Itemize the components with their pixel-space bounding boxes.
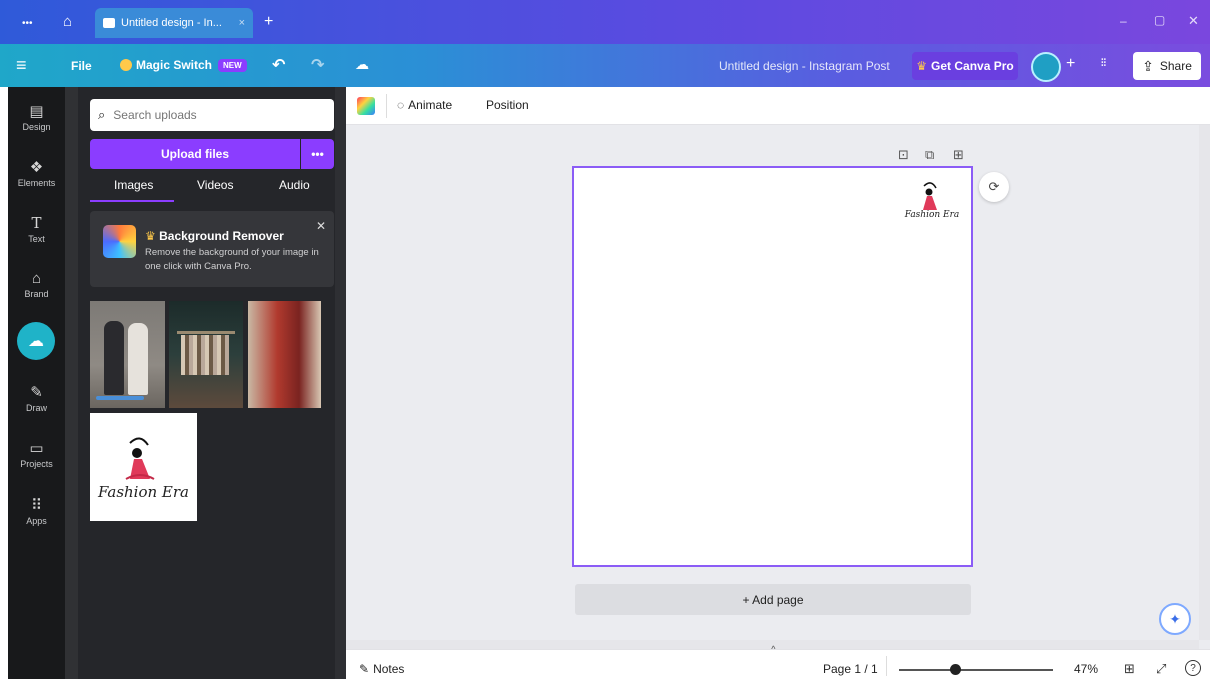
background-remover-icon [103,225,136,258]
share-label: Share [1159,59,1192,73]
search-uploads-field[interactable]: ⌕ [90,99,334,131]
text-icon: T [31,214,42,232]
duplicate-page-icon[interactable]: ⧉ [925,147,934,163]
tab-videos[interactable]: Videos [197,178,233,192]
minimize-button[interactable]: – [1120,14,1127,28]
zoom-slider-track[interactable] [899,669,1053,671]
panel-scrollbar[interactable] [335,87,346,679]
bottombar-divider [886,656,887,676]
canva-tab-icon [103,18,115,28]
sidebar-item-label: Design [22,122,51,132]
insights-icon[interactable]: ⫶⫶ [1101,58,1106,69]
sidebar-item-elements[interactable]: ❖ Elements [8,158,65,188]
add-comment-button[interactable]: ⟳ [979,172,1009,202]
magic-switch-label: Magic Switch [136,58,213,72]
upload-thumbnail-red-clothes[interactable] [248,301,321,408]
more-menu-button[interactable]: ••• [22,18,33,29]
hamburger-menu-icon[interactable]: ≡ [16,55,27,76]
sidebar-scrollbar[interactable] [65,87,78,679]
sidebar-item-uploads[interactable]: ☁ [17,322,55,360]
get-pro-label: Get Canva Pro [931,59,1014,73]
folder-icon: ▭ [29,440,44,457]
tab-audio[interactable]: Audio [279,178,310,192]
toolbar-divider [386,94,387,118]
sidebar-item-apps[interactable]: ⠿ Apps [8,496,65,526]
fashion-logo-icon [125,437,155,480]
animate-icon: ◌ [397,98,405,112]
redo-button[interactable]: ↷ [311,55,324,75]
promo-title: ♛ Background Remover [145,229,284,243]
search-input[interactable] [113,108,304,122]
design-page[interactable]: Fashion Era [572,166,973,567]
promo-description: Remove the background of your image in o… [145,247,319,272]
notes-button[interactable]: ✎ Notes [359,662,404,676]
upload-options-button[interactable]: ••• [301,139,334,169]
upload-thumbnail-clothing-rack[interactable] [169,301,243,408]
sidebar-item-design[interactable]: ▤ Design [8,102,65,132]
document-title[interactable]: Untitled design - Instagram Post [719,59,890,73]
page-counter[interactable]: Page 1 / 1 [823,662,878,676]
elements-icon: ❖ [29,159,44,176]
maximize-button[interactable]: ▢ [1154,13,1165,27]
add-page-button[interactable]: + Add page [575,584,971,615]
magic-switch-button[interactable]: Magic Switch NEW [120,58,247,72]
magic-assistant-icon[interactable]: ✦ [1159,603,1191,635]
upload-thumbnail-fashion-logo[interactable]: Fashion Era [90,413,197,521]
apps-grid-icon: ⠿ [31,497,42,514]
undo-button[interactable]: ↶ [272,55,285,75]
crown-icon: ♛ [916,59,928,73]
search-icon: ⌕ [98,107,106,122]
sidebar-item-label: Draw [25,403,47,413]
new-badge: NEW [218,58,247,72]
home-icon[interactable]: ⌂ [63,13,72,30]
fullscreen-icon[interactable]: ⤢ [1156,661,1166,677]
sidebar-item-draw[interactable]: ✎ Draw [8,383,65,413]
tab-close-icon[interactable]: × [239,17,245,29]
grid-view-icon[interactable]: ⊞ [1124,661,1135,677]
brand-icon: ⌂ [31,270,42,287]
lock-icon[interactable]: ⊡ [898,147,909,163]
page-logo-icon [923,182,937,210]
tab-images[interactable]: Images [114,178,153,192]
sidebar-item-label: Brand [24,289,49,299]
upload-thumbnail-kids[interactable] [90,301,165,408]
file-menu[interactable]: File [71,59,92,73]
context-toolbar [346,87,1210,125]
new-tab-button[interactable]: + [264,13,273,31]
add-page-icon[interactable]: ⊞ [953,147,964,163]
zoom-level[interactable]: 47% [1074,662,1098,676]
draw-icon: ✎ [30,384,43,401]
get-canva-pro-button[interactable]: ♛ Get Canva Pro [912,52,1018,80]
active-tab-indicator [90,200,174,202]
sidebar-item-label: Apps [26,516,47,526]
close-window-button[interactable]: ✕ [1188,13,1199,29]
sidebar-item-brand[interactable]: ⌂ Brand [8,270,65,299]
cloud-upload-icon: ☁ [28,333,44,350]
share-icon: ⇪ [1142,57,1154,74]
design-icon: ▤ [29,103,44,120]
fashion-logo-text: Fashion Era [97,483,189,501]
sidebar-item-label: Projects [20,459,53,469]
sidebar-item-label: Text [28,234,45,244]
sidebar-item-label: Elements [17,178,56,188]
add-member-button[interactable]: + [1066,55,1075,73]
magic-switch-icon [120,59,132,71]
browser-tab[interactable]: Untitled design - In... × [95,8,253,38]
promo-close-icon[interactable]: ✕ [316,219,326,233]
crown-icon: ♛ [145,229,156,243]
animate-button[interactable]: ◌ Animate [397,98,452,112]
vertical-scrollbar[interactable] [1199,125,1210,640]
help-icon[interactable]: ? [1185,660,1201,676]
cloud-save-icon: ☁ [355,56,369,72]
sidebar-item-projects[interactable]: ▭ Projects [8,439,65,469]
sidebar-item-text[interactable]: T Text [8,214,65,244]
tab-title: Untitled design - In... [121,17,222,29]
avatar[interactable] [1031,52,1061,82]
share-button[interactable]: ⇪ Share [1133,52,1201,80]
upload-files-button[interactable]: Upload files [90,139,300,169]
notes-icon: ✎ [359,662,370,676]
color-picker-swatch[interactable] [357,97,375,115]
page-logo-text: Fashion Era [904,210,960,220]
position-button[interactable]: Position [486,98,529,112]
